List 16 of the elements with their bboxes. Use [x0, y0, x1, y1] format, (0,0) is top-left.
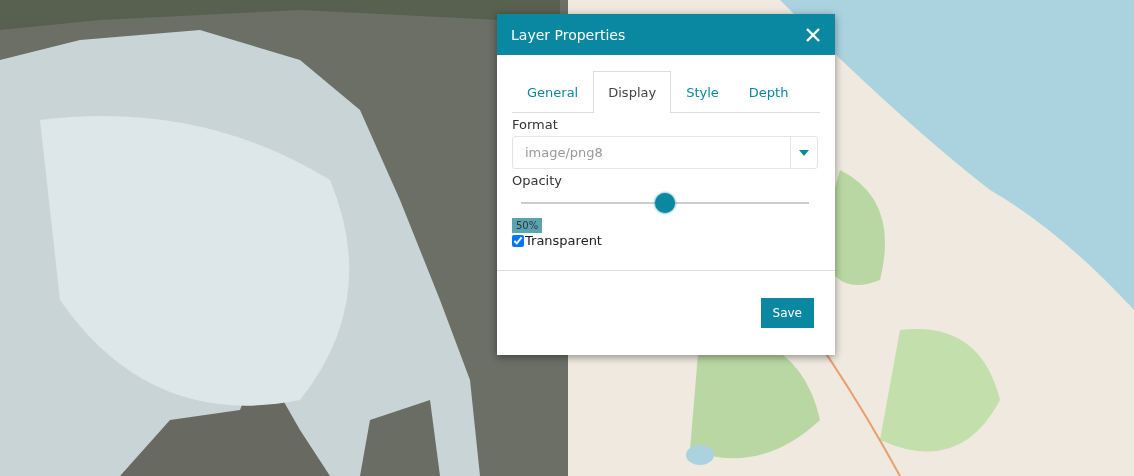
checkbox-label: Transparent	[525, 233, 602, 248]
save-button[interactable]: Save	[760, 298, 814, 328]
field-label: Format	[512, 117, 558, 132]
opacity-slider[interactable]	[521, 192, 809, 214]
caret-icon	[799, 149, 809, 156]
tab[interactable]: Depth	[733, 71, 804, 113]
field-label: Opacity	[512, 173, 562, 188]
transparent-checkbox[interactable]	[512, 234, 524, 247]
tab[interactable]: General	[512, 71, 594, 113]
slider-thumb[interactable]	[655, 193, 675, 213]
format-select[interactable]: image/png8	[512, 136, 818, 169]
tab[interactable]: Display	[593, 71, 672, 113]
close-icon[interactable]	[805, 26, 821, 43]
tab[interactable]: Style	[671, 71, 734, 113]
opacity-value: 50%	[512, 218, 543, 233]
dialog-title: Layer Properties	[511, 26, 626, 43]
